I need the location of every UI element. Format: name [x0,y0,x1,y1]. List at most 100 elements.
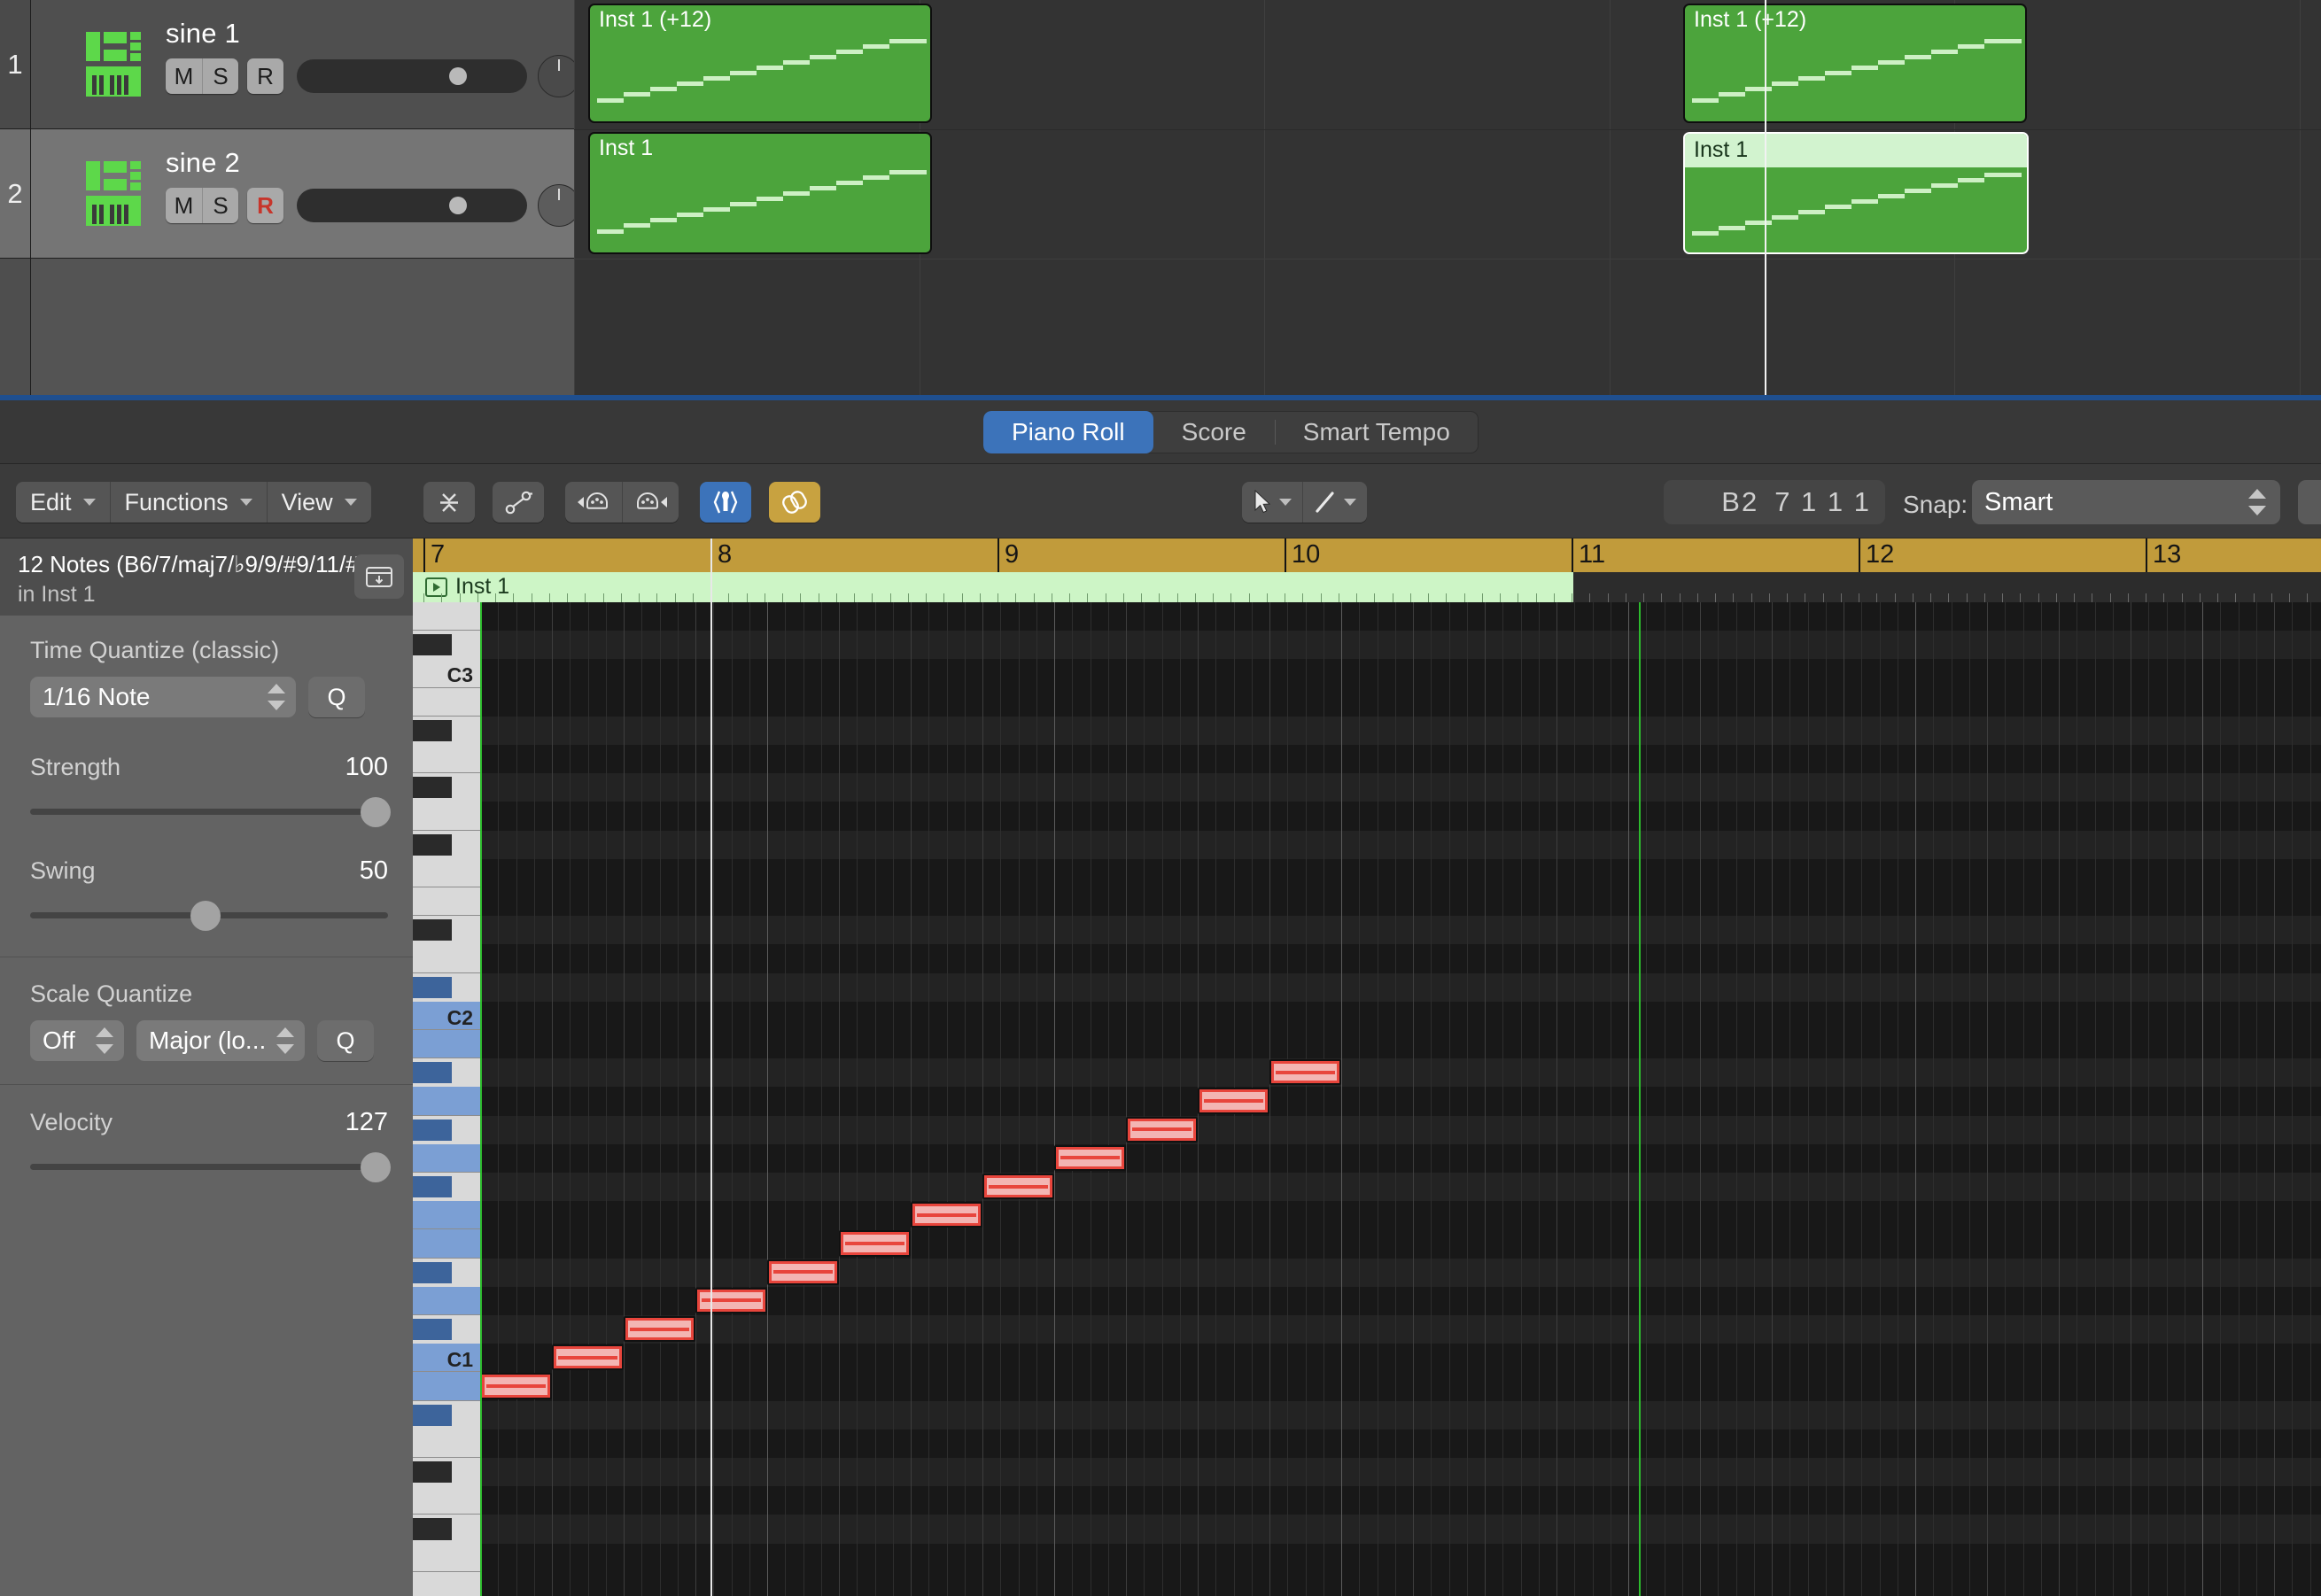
collapse-vertical-button[interactable] [423,482,475,523]
piano-key-black[interactable] [413,1261,452,1283]
piano-key-white[interactable] [413,1143,480,1173]
solo-button[interactable]: S [202,188,238,223]
mute-button[interactable]: M [166,58,202,94]
midi-region[interactable]: Inst 1 [588,132,932,254]
note-grid[interactable] [480,602,2321,1596]
piano-key-white[interactable] [413,687,480,717]
piano-key-black[interactable] [413,919,452,941]
piano-key-white[interactable] [413,1087,480,1116]
piano-key-white[interactable] [413,1486,480,1515]
piano-key-black[interactable] [413,1119,452,1141]
solo-button[interactable]: S [202,58,238,94]
piano-key-black[interactable] [413,719,452,741]
piano-key-white[interactable] [413,802,480,831]
bar-number: 8 [718,540,733,569]
piano-key-black[interactable] [413,777,452,799]
scale-quantize-mode-select[interactable]: Off [30,1020,124,1061]
slider-knob[interactable] [361,1152,391,1182]
midi-note[interactable] [1198,1088,1269,1114]
track-header-2[interactable]: 2 sine 2 M S R [0,129,580,259]
grid-row [480,1429,2321,1458]
piano-key-white[interactable] [413,887,480,917]
mute-button[interactable]: M [166,188,202,223]
midi-note[interactable] [1126,1116,1198,1143]
pointer-tool-button[interactable] [1242,482,1302,523]
track-name[interactable]: sine 2 [166,147,240,179]
piano-key-black[interactable] [413,634,452,656]
pencil-tool-button[interactable] [1302,482,1367,523]
piano-key-black[interactable] [413,1319,452,1341]
midi-out-button[interactable] [622,482,679,523]
piano-key-black[interactable] [413,976,452,998]
piano-key-white[interactable] [413,1571,480,1596]
piano-key-white[interactable] [413,1372,480,1401]
midi-note[interactable] [624,1316,695,1343]
piano-key-black[interactable] [413,833,452,856]
piano-key-white[interactable] [413,602,480,631]
piano-key-black[interactable] [413,1176,452,1198]
midi-note[interactable] [1054,1144,1126,1171]
bar-ruler[interactable]: 7 8 9 10 11 12 13 [413,538,2321,572]
piano-key-white[interactable] [413,1030,480,1059]
piano-key-white[interactable] [413,944,480,973]
velocity-slider[interactable] [30,1152,391,1182]
piano-key-white[interactable] [413,1429,480,1458]
tab-smart-tempo[interactable]: Smart Tempo [1274,411,1479,453]
piano-keyboard[interactable]: C3 C2 C1 [413,602,480,1596]
scale-quantize-apply-button[interactable]: Q [317,1020,374,1061]
overflow-control[interactable] [2298,480,2321,524]
swing-slider[interactable] [30,901,388,931]
piano-key-white[interactable] [413,1201,480,1230]
midi-note[interactable] [480,1373,552,1399]
volume-slider[interactable] [297,59,527,93]
midi-region[interactable]: Inst 1 (+12) [588,4,932,123]
piano-key-white[interactable] [413,745,480,774]
volume-knob[interactable] [449,197,467,214]
midi-note[interactable] [1269,1059,1341,1086]
piano-key-white[interactable] [413,858,480,887]
midi-note[interactable] [552,1344,624,1371]
piano-roll-playhead[interactable] [710,538,712,1596]
piano-key-black[interactable] [413,1404,452,1426]
tab-score[interactable]: Score [1153,411,1275,453]
midi-region-selected[interactable]: Inst 1 [1683,132,2029,254]
midi-region[interactable]: Inst 1 (+12) [1683,4,2027,123]
midi-in-button[interactable] [565,482,622,523]
record-enable-button[interactable]: R [247,188,283,223]
automation-curve-button[interactable] [493,482,544,523]
piano-key-black[interactable] [413,1062,452,1084]
edit-menu-button[interactable]: Edit [16,482,110,523]
piano-key-black[interactable] [413,1518,452,1540]
piano-key-white[interactable] [413,1286,480,1315]
piano-key-white[interactable] [413,1543,480,1572]
midi-note[interactable] [839,1230,911,1257]
arrange-playhead[interactable] [1765,0,1766,395]
arrange-canvas[interactable]: Inst 1 (+12) Inst 1 (+12) Inst 1 Inst 1 [574,0,2321,395]
midi-note[interactable] [982,1174,1054,1200]
slider-knob[interactable] [361,797,391,827]
time-quantize-apply-button[interactable]: Q [308,677,365,717]
slider-knob[interactable] [190,901,221,931]
piano-key-white[interactable] [413,1229,480,1259]
region-strip[interactable]: Inst 1 [413,572,1573,602]
brush-flam-button[interactable] [700,482,751,523]
record-enable-button[interactable]: R [247,58,283,94]
snap-select[interactable]: Smart [1972,480,2280,524]
collapse-inspector-button[interactable] [354,554,404,599]
note-position-display[interactable]: B2 7 1 1 1 [1664,480,1885,524]
strength-slider[interactable] [30,797,391,827]
track-name[interactable]: sine 1 [166,18,240,50]
time-quantize-select[interactable]: 1/16 Note [30,677,296,717]
functions-menu-button[interactable]: Functions [109,482,267,523]
midi-note[interactable] [911,1202,982,1228]
view-menu-button[interactable]: View [266,482,371,523]
scale-quantize-scale-select[interactable]: Major (lo... [136,1020,305,1061]
volume-slider[interactable] [297,189,527,222]
link-chain-button[interactable] [769,482,820,523]
midi-note[interactable] [767,1259,839,1285]
midi-note[interactable] [695,1287,767,1313]
tab-piano-roll[interactable]: Piano Roll [983,411,1153,453]
track-header-1[interactable]: 1 sine 1 M S R [0,0,580,129]
volume-knob[interactable] [449,67,467,85]
piano-key-black[interactable] [413,1461,452,1484]
